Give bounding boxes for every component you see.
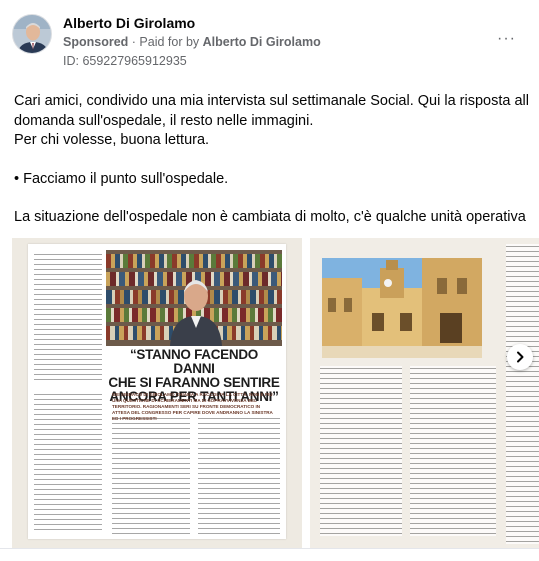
post-text-line: domanda sull'ospedale, il resto nelle im… <box>14 112 314 129</box>
town-square-photo <box>322 258 482 358</box>
sponsored-line: Sponsored · Paid for by Alberto Di Girol… <box>63 35 321 49</box>
interview-caption: DEI SINDACO DI GIROLAMO CHIAMA A RACCOLT… <box>112 392 273 421</box>
magazine-page: “STANNO FACENDO DANNI CHE SI FARANNO SEN… <box>28 244 286 539</box>
author-name[interactable]: Alberto Di Girolamo <box>63 15 195 31</box>
paid-prefix: · Paid for by <box>131 35 200 49</box>
sponsored-label[interactable]: Sponsored <box>63 35 128 49</box>
carousel-next-button[interactable] <box>507 344 533 370</box>
ad-id: ID: 659227965912935 <box>63 54 187 68</box>
author-avatar[interactable] <box>12 14 52 54</box>
image-carousel[interactable]: “STANNO FACENDO DANNI CHE SI FARANNO SEN… <box>0 238 539 561</box>
post-text-line: • Facciamo il punto sull'ospedale. <box>14 170 229 187</box>
carousel-slide-article-page-2[interactable] <box>310 238 539 548</box>
chevron-right-icon <box>517 351 524 363</box>
interview-photo <box>106 250 282 346</box>
headline-line: CHE SI FARANNO SENTIRE <box>108 375 280 390</box>
post-text-line: Cari amici, condivido una mia intervista… <box>14 93 529 109</box>
more-horizontal-icon[interactable]: ··· <box>497 30 516 48</box>
post-text-line[interactable]: La situazione dell'ospedale non è cambia… <box>14 208 529 228</box>
post-text: Cari amici, condivido una mia intervista… <box>14 92 529 228</box>
sponsored-post-card: Alberto Di Girolamo Sponsored · Paid for… <box>0 0 539 561</box>
card-divider <box>0 548 539 549</box>
interviewee-figure <box>170 280 222 346</box>
carousel-slide-interview[interactable]: “STANNO FACENDO DANNI CHE SI FARANNO SEN… <box>12 238 302 548</box>
avatar-photo <box>13 15 51 53</box>
paid-by-link[interactable]: Alberto Di Girolamo <box>203 35 321 49</box>
post-text-line: Per chi volesse, buona lettura. <box>14 132 210 148</box>
headline-line: “STANNO FACENDO DANNI <box>129 347 258 376</box>
